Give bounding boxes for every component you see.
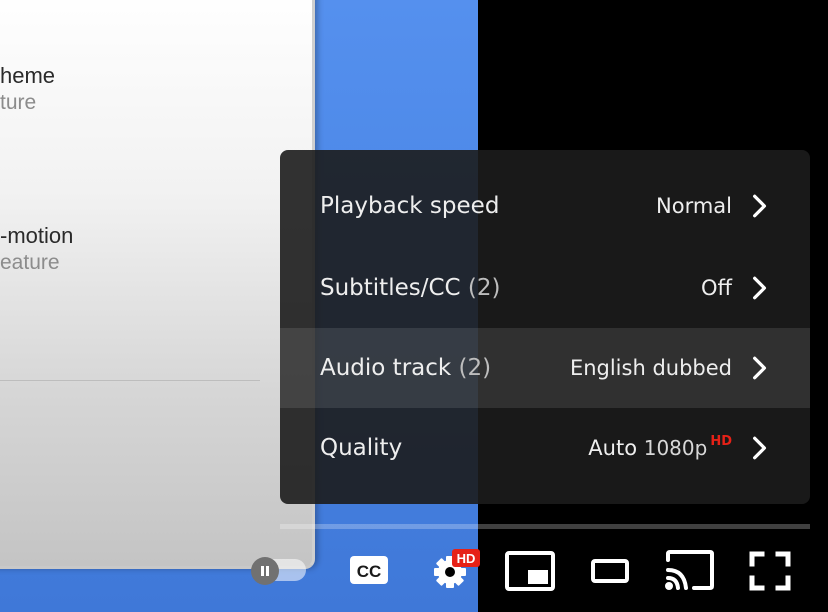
chevron-right-icon [753, 356, 767, 380]
miniplayer-icon [505, 551, 555, 591]
panel-divider [0, 380, 260, 381]
settings-button[interactable]: HD [428, 546, 484, 594]
panel-item-subtitle: eature [0, 251, 60, 274]
menu-item-label: Subtitles/CC (2) [320, 275, 501, 301]
menu-item-audio-track[interactable]: Audio track (2) English dubbed [280, 328, 810, 408]
video-content-panel: heme ture -motion eature [0, 0, 315, 569]
menu-item-value: Off [701, 276, 732, 300]
chevron-right-icon [753, 194, 767, 218]
cast-icon [665, 550, 714, 590]
menu-item-count: (2) [458, 355, 492, 381]
menu-item-count: (2) [467, 275, 501, 301]
theater-mode-icon [591, 559, 629, 583]
menu-item-subtitles[interactable]: Subtitles/CC (2) Off [280, 248, 810, 328]
chevron-right-icon [753, 436, 767, 460]
menu-item-value: English dubbed [569, 356, 732, 380]
menu-item-quality[interactable]: Quality Auto 1080p HD [280, 408, 810, 488]
hd-badge: HD [710, 434, 732, 449]
progress-bar[interactable] [280, 524, 810, 529]
chevron-right-icon [753, 276, 767, 300]
hd-badge-label: HD [457, 551, 476, 566]
quality-resolution: 1080p [643, 436, 708, 460]
fullscreen-icon [749, 551, 791, 591]
cc-button[interactable]: CC [348, 552, 390, 588]
menu-item-label: Audio track (2) [320, 355, 492, 381]
panel-item-title: heme [0, 63, 56, 88]
panel-item-title: -motion [0, 223, 74, 248]
menu-item-value: Auto 1080p HD [588, 434, 732, 460]
settings-menu: Playback speed Normal Subtitles/CC (2) O… [280, 150, 810, 504]
cc-label: CC [357, 562, 382, 581]
menu-item-label: Playback speed [320, 193, 500, 219]
cast-button[interactable] [664, 548, 716, 592]
menu-item-value: Normal [656, 194, 732, 218]
theater-mode-button[interactable] [590, 556, 630, 586]
menu-item-label: Quality [320, 435, 403, 461]
pause-icon [261, 566, 269, 576]
autoplay-knob[interactable] [251, 557, 279, 585]
fullscreen-button[interactable] [748, 550, 792, 592]
miniplayer-button[interactable] [504, 550, 556, 592]
menu-item-playback-speed[interactable]: Playback speed Normal [280, 166, 810, 246]
panel-item-subtitle: ture [0, 91, 37, 114]
